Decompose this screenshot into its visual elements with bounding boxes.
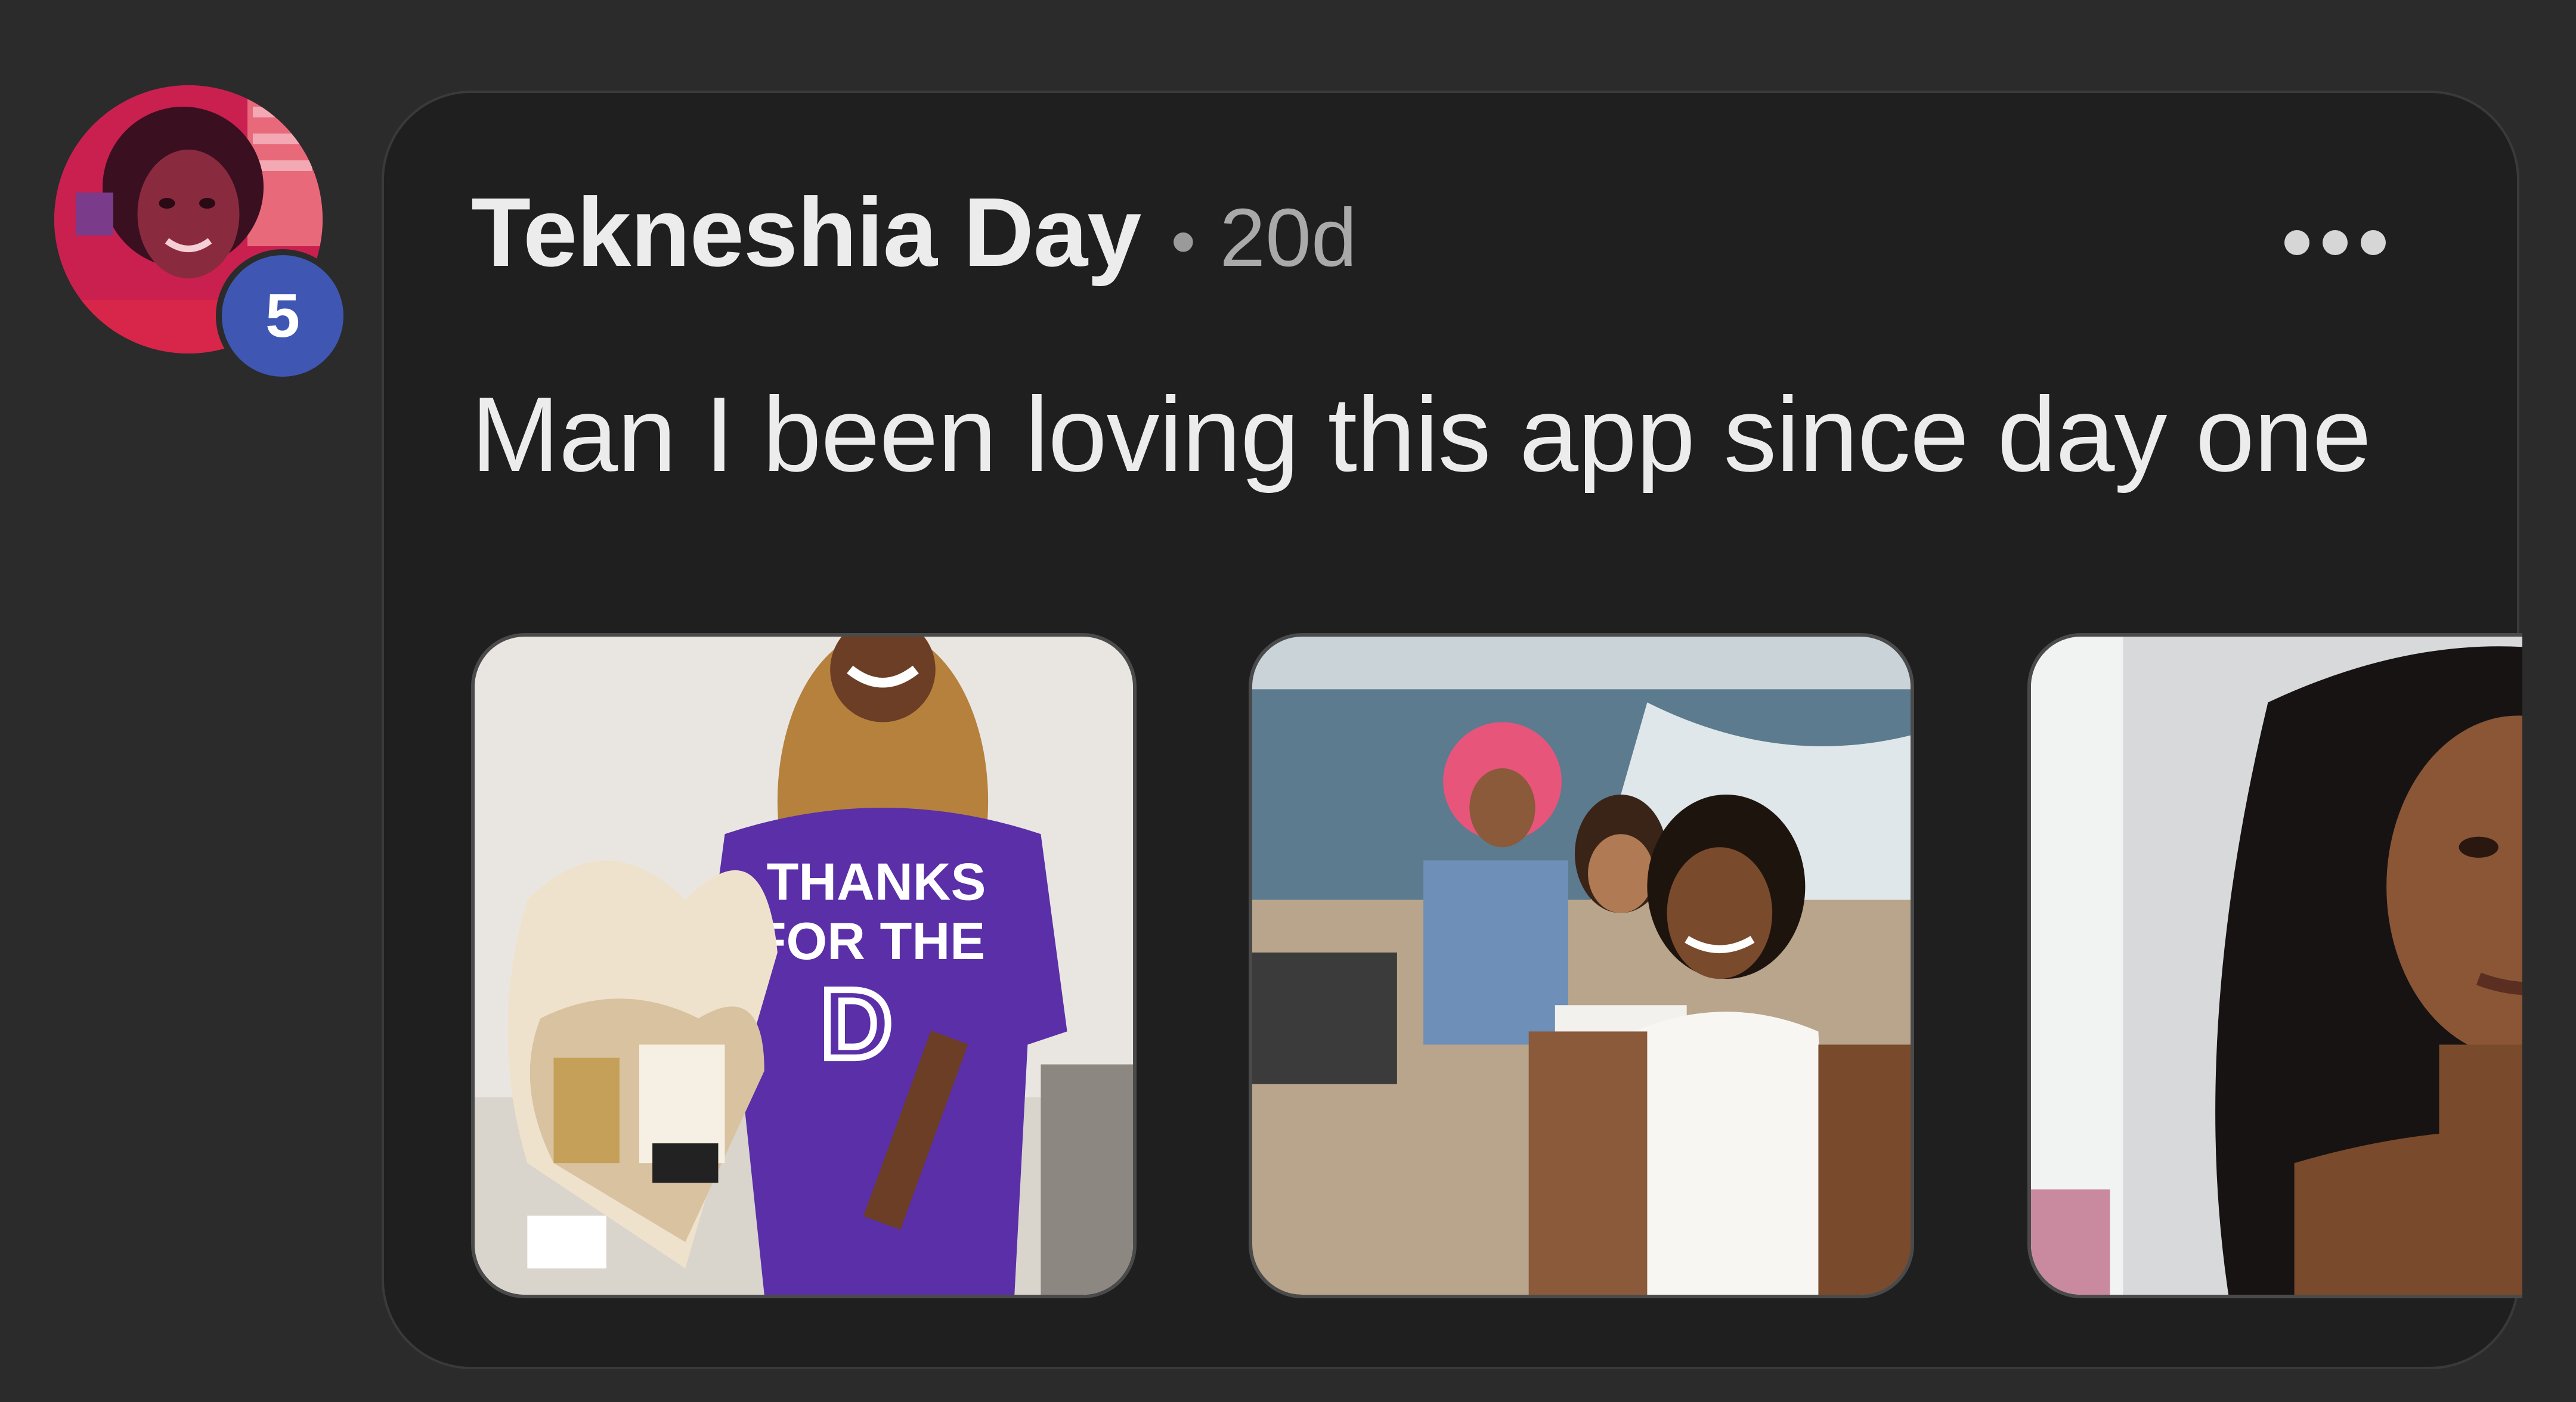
author-name[interactable]: Tekneshia Day xyxy=(471,176,1141,289)
svg-text:THANKS: THANKS xyxy=(766,852,986,911)
photo-boat-selfie xyxy=(1252,637,1911,1295)
photo-thumbnail-3[interactable] xyxy=(2027,633,2522,1298)
separator-dot: • xyxy=(1171,201,1196,281)
comment-text: Man I been loving this app since day one xyxy=(471,375,2371,494)
svg-text:FOR THE: FOR THE xyxy=(754,911,986,970)
svg-text:D: D xyxy=(821,969,893,1080)
photo-thumbnail-2[interactable] xyxy=(1249,633,1914,1298)
more-options-icon[interactable] xyxy=(2284,230,2386,255)
more-dot xyxy=(2361,230,2386,255)
more-dot xyxy=(2323,230,2348,255)
photo-thumbnail-1[interactable]: THANKS FOR THE D xyxy=(471,633,1137,1298)
photo-portrait xyxy=(2031,637,2522,1295)
comment-thread: 5 Tekneshia Day • 20d Man I been loving … xyxy=(0,0,2576,1402)
more-dot xyxy=(2284,230,2309,255)
comment-header: Tekneshia Day • 20d xyxy=(471,176,1357,289)
photo-purple-shirt: THANKS FOR THE D xyxy=(475,637,1133,1295)
notification-badge: 5 xyxy=(216,249,349,383)
comment-card: Tekneshia Day • 20d Man I been loving th… xyxy=(382,91,2522,1369)
timestamp: 20d xyxy=(1219,192,1357,284)
image-carousel[interactable]: THANKS FOR THE D xyxy=(471,615,2522,1376)
